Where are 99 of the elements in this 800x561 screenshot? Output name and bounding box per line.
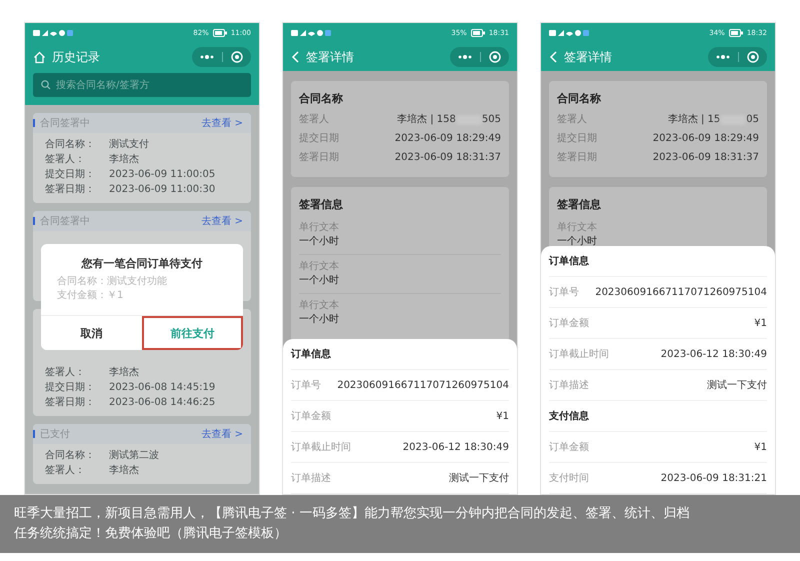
field-label: 订单金额 (549, 316, 589, 330)
field-label: 签署日期 (557, 150, 597, 165)
field-value: 2023-06-09 18:31:21 (660, 472, 767, 484)
field-label: 签署人： (45, 366, 86, 380)
field-label: 订单金额 (549, 440, 589, 454)
field-value: 2023-06-09 11:00:30 (109, 183, 216, 197)
view-link[interactable]: 去查看 > (201, 214, 243, 228)
status-icons-drawing (549, 29, 589, 37)
field-value: 李培杰 | 15 (668, 112, 720, 127)
field-value: 202306091667117071260975104 (595, 286, 767, 298)
field-label: 订单截止时间 (291, 440, 351, 454)
field-value: 505 (482, 113, 501, 127)
field-value: 2023-06-09 18:29:49 (394, 132, 501, 146)
home-icon[interactable] (33, 50, 46, 64)
field-value: 测试一下支付 (707, 378, 767, 392)
field-label: 签署人： (45, 464, 86, 478)
view-link[interactable]: 去查看 > (201, 427, 243, 441)
dialog-text: 合同名称：测试支付功能 (56, 275, 168, 289)
field-label: 单行文本 (299, 221, 340, 235)
field-label: 签署人 (299, 112, 329, 127)
field-label: 支付时间 (549, 472, 589, 485)
record-status: 合同签署中 (40, 214, 90, 228)
field-label: 单行文本 (299, 299, 340, 313)
page-title: 签署详情 (564, 48, 612, 66)
field-label: 提交日期： (45, 380, 96, 395)
field-label: 签署人 (557, 112, 587, 127)
field-label: 订单号 (549, 286, 579, 299)
field-label: 单行文本 (557, 221, 598, 235)
back-icon[interactable] (291, 51, 300, 63)
field-label: 订单号 (291, 378, 321, 392)
field-value: 2023-06-09 11:00:05 (109, 168, 216, 182)
field-value: 测试第二波 (109, 448, 159, 463)
field-value: 一个小时 (557, 235, 598, 249)
caption-line: 任务统统搞定！免费体验吧（腾讯电子签模板） (14, 525, 287, 543)
status-icons-drawing (33, 29, 73, 37)
field-value: 2023-06-12 18:30:49 (402, 442, 509, 452)
pay-button[interactable]: 前往支付 (142, 316, 243, 350)
field-value: 2023-06-08 14:46:25 (109, 396, 216, 410)
field-value: 一个小时 (299, 235, 340, 249)
field-value: 2023-06-09 18:29:49 (652, 132, 759, 146)
card-title: 合同名称 (557, 91, 602, 106)
page-title: 历史记录 (52, 48, 100, 66)
field-value: ¥1 (496, 410, 509, 422)
card-title: 合同名称 (299, 91, 344, 106)
field-value: 05 (746, 113, 759, 127)
more-icon[interactable] (716, 54, 730, 60)
field-value: 2023-06-08 14:45:19 (109, 381, 216, 395)
field-value: 李培杰 | 158 (397, 112, 456, 127)
dialog-text: 支付金额：￥1 (56, 289, 124, 303)
card-title: 签署信息 (299, 197, 344, 212)
field-value: ¥1 (754, 442, 767, 452)
field-label: 签署人： (45, 152, 86, 167)
page-title: 签署详情 (306, 48, 354, 66)
field-value: 2023-06-12 18:30:49 (660, 348, 767, 360)
field-value: 李培杰 (109, 152, 139, 167)
field-label: 订单描述 (291, 472, 331, 485)
more-icon[interactable] (458, 54, 472, 60)
back-icon[interactable] (549, 51, 558, 63)
field-label: 签署日期： (45, 182, 96, 197)
field-label: 合同名称： (45, 449, 96, 463)
caption-line: 旺季大量招工，新项目急需用人，【腾讯电子签 · 一码多签】能力帮您实现一分钟内把合同的发起、签署、统计、归档 (14, 505, 690, 523)
target-icon[interactable] (231, 51, 243, 63)
field-value: 一个小时 (299, 313, 340, 327)
field-label: 提交日期 (299, 132, 339, 146)
field-label: 订单金额 (291, 410, 331, 423)
view-link[interactable]: 去查看 > (201, 116, 243, 130)
field-label: 签署日期： (45, 396, 96, 410)
section-title: 支付信息 (549, 401, 767, 432)
battery-icon (728, 29, 743, 37)
field-value: 202306091667117071260975104 (337, 380, 509, 390)
search-icon (41, 80, 51, 90)
field-value: 测试支付 (109, 138, 149, 152)
battery-icon (212, 29, 227, 37)
record-status: 合同签署中 (40, 116, 90, 130)
field-value: 测试一下支付 (449, 472, 509, 485)
section-title: 订单信息 (549, 246, 767, 277)
section-title: 订单信息 (291, 339, 509, 370)
battery-icon (470, 29, 485, 37)
field-label: 提交日期： (45, 168, 96, 182)
more-icon[interactable] (200, 54, 214, 60)
field-value: 一个小时 (299, 274, 340, 288)
target-icon[interactable] (747, 51, 759, 63)
field-label: 单行文本 (299, 260, 340, 274)
field-label: 订单截止时间 (549, 348, 609, 361)
field-value: ¥1 (754, 318, 767, 328)
field-label: 合同名称： (45, 138, 96, 152)
field-value: 2023-06-09 18:31:37 (652, 151, 759, 165)
record-status: 已支付 (40, 428, 70, 441)
search-field[interactable]: 搜索合同名称/签署方 (33, 73, 251, 97)
dialog-title: 您有一笔合同订单待支付 (80, 256, 204, 271)
status-icons-drawing (291, 29, 331, 37)
card-title: 签署信息 (557, 197, 602, 212)
field-label: 订单描述 (549, 378, 589, 392)
target-icon[interactable] (489, 51, 501, 63)
field-value: 李培杰 (109, 464, 139, 478)
field-value: 2023-06-09 18:31:37 (394, 151, 501, 165)
field-value: 李培杰 (109, 366, 139, 380)
field-label: 签署日期 (299, 150, 339, 165)
field-label: 提交日期 (557, 132, 597, 146)
